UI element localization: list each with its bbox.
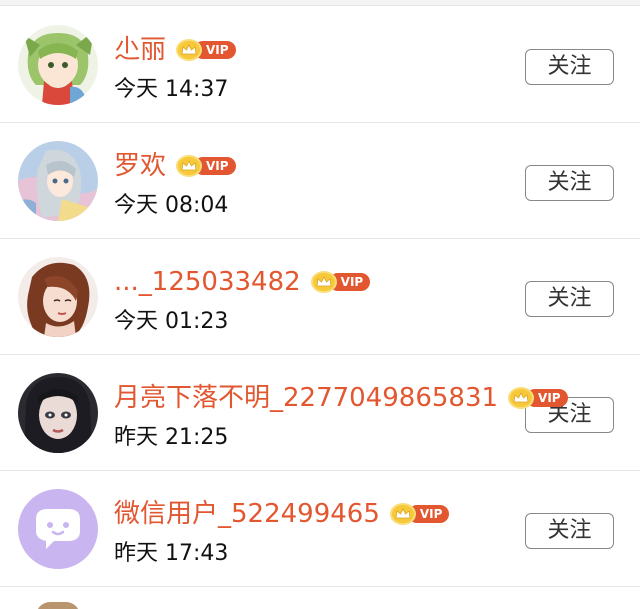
crown-icon — [389, 503, 416, 525]
follow-button[interactable]: 关注 — [525, 281, 614, 317]
vip-badge: VIP — [176, 155, 236, 177]
user-name[interactable]: 微信用户_522499465 — [114, 496, 380, 532]
timestamp: 今天 08:04 — [114, 193, 229, 218]
avatar[interactable] — [18, 25, 98, 105]
vip-badge: VIP — [508, 387, 568, 409]
vip-badge: VIP — [389, 503, 450, 525]
avatar-anime-silver-hair-icon — [18, 141, 98, 221]
user-name[interactable]: 罗欢 — [114, 148, 166, 184]
crown-icon — [176, 155, 203, 177]
avatar[interactable] — [18, 373, 98, 453]
avatar-anime-green-hair-icon — [18, 25, 98, 105]
top-divider — [0, 0, 640, 6]
timestamp: 今天 14:37 — [114, 77, 229, 102]
wechat-default-avatar-icon — [18, 489, 98, 569]
list-item[interactable]: ..._125033482 VIP 今天 01:23 关注 — [0, 239, 640, 355]
avatar-doll-face-icon — [18, 373, 98, 453]
follow-button[interactable]: 关注 — [525, 49, 614, 85]
avatar[interactable] — [18, 141, 98, 221]
timestamp: 昨天 17:43 — [114, 541, 229, 566]
avatar[interactable] — [18, 489, 98, 569]
crown-icon — [176, 39, 203, 61]
avatar-woman-portrait-icon — [18, 257, 98, 337]
crown-icon — [508, 387, 535, 409]
list-item[interactable]: 尐丽 VIP 今天 14:37 关注 — [0, 7, 640, 123]
vip-badge: VIP — [310, 271, 371, 293]
follow-button[interactable]: 关注 — [525, 513, 614, 549]
list-item[interactable]: 罗欢 VIP 今天 08:04 关注 — [0, 123, 640, 239]
crown-icon — [310, 271, 337, 293]
avatar[interactable] — [18, 257, 98, 337]
timestamp: 昨天 21:25 — [114, 425, 229, 450]
list-item[interactable]: 月亮下落不明_2277049865831 VIP 昨天 21:25 关注 — [0, 355, 640, 471]
user-name[interactable]: 尐丽 — [114, 32, 166, 68]
user-list-page: 尐丽 VIP 今天 14:37 关注 罗欢 VIP 今天 08:04 关注 ..… — [0, 0, 640, 609]
list-item[interactable]: 微信用户_522499465 VIP 昨天 17:43 关注 — [0, 471, 640, 587]
user-name[interactable]: ..._125033482 — [114, 264, 301, 300]
next-avatar-peek — [36, 602, 80, 609]
vip-badge: VIP — [176, 39, 236, 61]
follow-button[interactable]: 关注 — [525, 165, 614, 201]
timestamp: 今天 01:23 — [114, 309, 229, 334]
user-name[interactable]: 月亮下落不明_2277049865831 — [114, 380, 498, 416]
